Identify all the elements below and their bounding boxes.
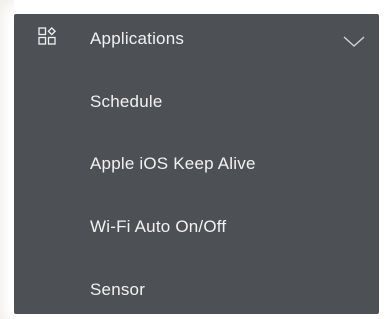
- applications-grid-icon: [38, 27, 56, 45]
- menu-item-label: Apple iOS Keep Alive: [90, 154, 256, 173]
- menu-item-schedule[interactable]: Schedule: [14, 83, 379, 123]
- menu-item-apple-ios-keep-alive[interactable]: Apple iOS Keep Alive: [14, 145, 379, 185]
- menu-item-label: Wi-Fi Auto On/Off: [90, 217, 227, 236]
- chevron-down-icon[interactable]: [343, 36, 365, 48]
- applications-menu-header[interactable]: Applications: [14, 14, 379, 68]
- menu-item-sensor[interactable]: Sensor: [14, 271, 379, 311]
- screenshot-stage: Applications Schedule Apple iOS Keep Ali…: [0, 0, 392, 319]
- applications-menu: Applications Schedule Apple iOS Keep Ali…: [14, 14, 379, 314]
- menu-item-wifi-auto-on-off[interactable]: Wi-Fi Auto On/Off: [14, 208, 379, 248]
- menu-item-label: Schedule: [90, 92, 163, 111]
- applications-header-label: Applications: [90, 29, 185, 48]
- menu-item-label: Sensor: [90, 280, 146, 299]
